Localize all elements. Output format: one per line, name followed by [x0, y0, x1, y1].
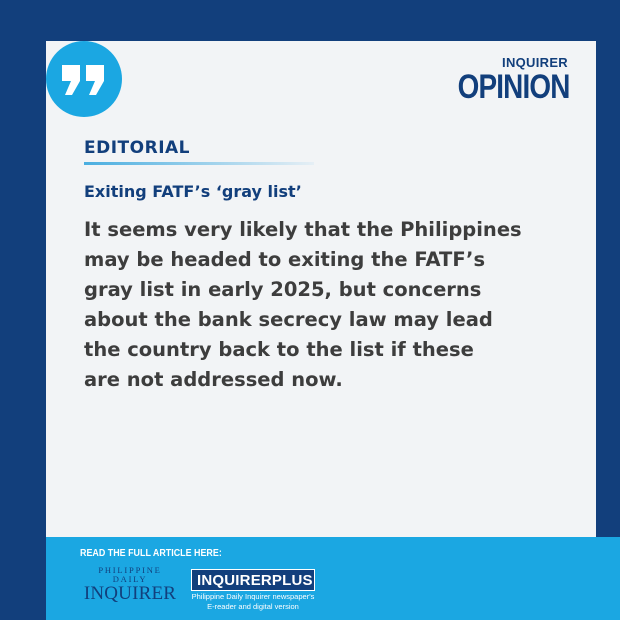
logo-opinion-text: OPINION	[458, 68, 571, 106]
summary-line: the country back to the list if these	[84, 338, 474, 361]
plus-desc-line: E-reader and digital version	[207, 602, 299, 611]
inquirer-plus-logo[interactable]: INQUIRERPLUS	[191, 569, 315, 591]
summary-line: about the bank secrecy law may lead	[84, 308, 493, 331]
summary-line: are not addressed now.	[84, 368, 343, 391]
summary-line: gray list in early 2025, but concerns	[84, 278, 482, 301]
inquirer-opinion-logo: INQUIRER OPINION	[433, 56, 571, 106]
pdi-logo-bottom-text: INQUIRER	[83, 583, 177, 604]
pdi-logo-top-text: PHILIPPINE DAILY	[98, 565, 162, 584]
read-full-article-label: READ THE FULL ARTICLE HERE:	[80, 547, 222, 559]
summary-line: may be headed to exiting the FATF’s	[84, 248, 486, 271]
section-divider	[84, 162, 314, 165]
quote-icon	[46, 41, 122, 117]
editorial-summary: It seems very likely that the Philippine…	[84, 215, 584, 395]
section-label: EDITORIAL	[84, 138, 191, 158]
summary-line: It seems very likely that the Philippine…	[84, 218, 522, 241]
inquirer-plus-description: Philippine Daily Inquirer newspaper's E-…	[191, 592, 315, 612]
plus-desc-line: Philippine Daily Inquirer newspaper's	[191, 592, 315, 601]
inquirer-plus-label: INQUIRERPLUS	[197, 572, 313, 589]
philippine-daily-inquirer-logo[interactable]: PHILIPPINE DAILY INQUIRER	[82, 566, 178, 604]
editorial-headline: Exiting FATF’s ‘gray list’	[84, 182, 302, 201]
